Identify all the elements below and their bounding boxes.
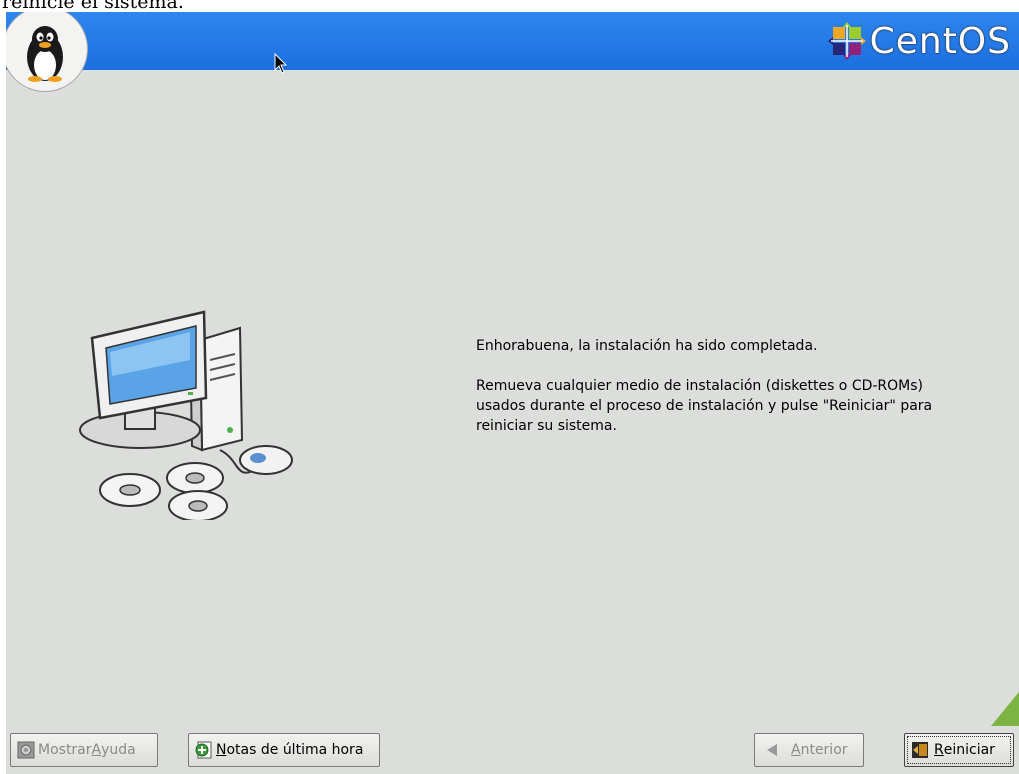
back-label-mnemonic: A: [791, 742, 801, 758]
brand-name: CentOS: [869, 20, 1011, 62]
show-help-button[interactable]: Mostrar Ayuda: [10, 733, 158, 767]
reboot-label-suffix: einiciar: [943, 742, 995, 758]
centos-logo: CentOS: [827, 20, 1011, 62]
mouse-pointer-icon: [274, 53, 288, 74]
installer-window: CentOS Enhorabuena, la instalación ha si…: [6, 12, 1019, 774]
help-label-suffix: yuda: [101, 742, 136, 758]
release-notes-button[interactable]: Notas de última hora: [188, 733, 380, 767]
reboot-instructions-text: Remueva cualquier medio de instalación (…: [476, 378, 933, 434]
penguin-logo: [6, 12, 88, 92]
congratulations-text: Enhorabuena, la instalación ha sido comp…: [476, 338, 818, 354]
back-button[interactable]: Anterior: [754, 733, 864, 767]
exit-door-icon: [912, 742, 928, 758]
help-label-mnemonic: A: [91, 742, 102, 758]
corner-decoration: [991, 692, 1019, 726]
penguin-icon: [27, 26, 63, 82]
reboot-button[interactable]: Reiniciar: [904, 733, 1014, 767]
help-icon: [17, 741, 35, 759]
help-label-prefix: Mostrar: [38, 742, 92, 758]
back-label-suffix: nterior: [800, 742, 848, 758]
notes-add-icon: [195, 741, 212, 759]
back-arrow-icon: [767, 744, 777, 756]
centos-emblem-icon: [827, 22, 866, 60]
notes-label-suffix: otas de última hora: [226, 742, 364, 758]
notes-label-mnemonic: N: [216, 742, 227, 758]
computer-with-cds-illustration: [79, 310, 293, 520]
completion-message: Enhorabuena, la instalación ha sido comp…: [476, 336, 936, 456]
header-banner: CentOS: [6, 12, 1019, 70]
reboot-label-mnemonic: R: [934, 742, 944, 758]
